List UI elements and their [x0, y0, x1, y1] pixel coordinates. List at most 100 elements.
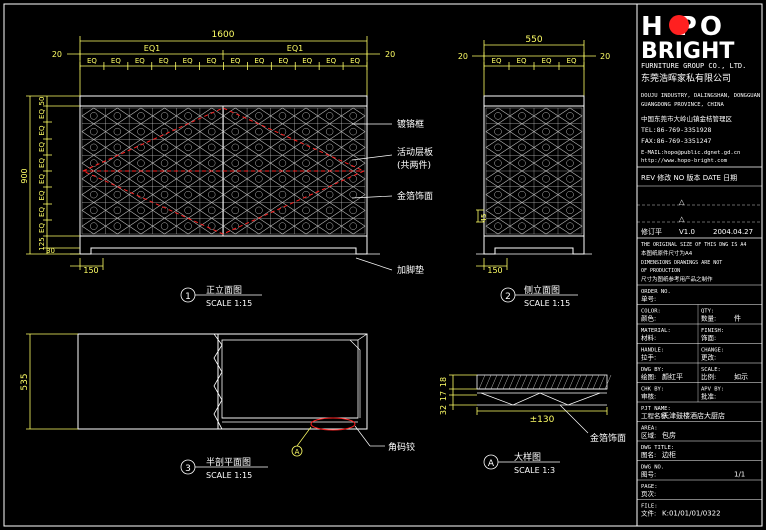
plan-view[interactable]: A 角码铰 535 3 半剖平面图 SCALE 1:15 — [20, 333, 415, 480]
detail-title-text: 大样图 — [514, 451, 541, 463]
brand-company-en: FURNITURE GROUP CO., LTD. — [641, 62, 746, 70]
front-lattice-circle — [325, 175, 334, 183]
front-lattice-diamond — [340, 217, 366, 235]
side-lattice-circle — [494, 206, 502, 215]
side-lattice-circle — [542, 127, 550, 136]
detail-view[interactable]: 18 17 32 ±130 金箔饰面 A 大样图 SCALE 1:3 — [439, 374, 626, 475]
front-lattice-circle — [90, 206, 98, 215]
side-lattice-diamond — [557, 154, 583, 172]
front-lattice-diamond — [175, 123, 201, 140]
front-lattice-circle — [207, 159, 216, 167]
detail-hatch-line — [502, 374, 510, 390]
tb-row-value2: 1/1 — [734, 471, 745, 479]
front-lattice-diamond — [340, 170, 366, 188]
side-lattice-diamond — [533, 217, 559, 235]
detail-title-scale: SCALE 1:3 — [514, 466, 555, 475]
front-dim-top: 50 — [38, 97, 46, 106]
note-2: 本图纸原件尺寸为A4 — [641, 249, 693, 257]
front-view[interactable]: 1600 20 20 EQ1 EQ1 EQ EQ EQ EQ EQ EQ EQ EQ EQ EQ E… — [20, 30, 433, 308]
front-lattice-diamond — [152, 186, 177, 203]
front-lattice-circle — [255, 159, 263, 167]
front-lattice-diamond — [175, 139, 201, 156]
front-lattice-diamond — [270, 217, 295, 235]
side-lattice-diamond — [509, 217, 535, 235]
front-lattice-diamond — [246, 107, 272, 125]
detail-hatch-line — [580, 374, 588, 390]
front-height-label: 900 — [20, 168, 29, 183]
tb-row-cn: 页次: — [641, 489, 656, 498]
detail-hatch-line — [568, 374, 576, 390]
front-lattice-circle — [325, 143, 334, 152]
front-lattice-diamond — [105, 217, 130, 235]
front-lattice-circle — [325, 159, 334, 167]
front-lattice-circle — [231, 175, 240, 183]
detail-vertical-dims — [449, 374, 477, 410]
plan-corner-detail — [349, 339, 361, 418]
side-eq-dimension-row: EQ EQ EQ EQ — [483, 57, 585, 70]
side-lattice-diamond — [485, 107, 511, 125]
detail-hatch-line — [598, 374, 606, 390]
plan-depth-dimension — [26, 333, 78, 430]
detail-hatch-line — [556, 374, 564, 390]
front-lattice-circle — [278, 112, 287, 120]
front-lattice-circle — [278, 222, 287, 230]
note-4: OF PRODUCTION — [641, 268, 680, 274]
v-eq-label: EQ — [38, 190, 46, 200]
front-top-panel[interactable] — [79, 95, 368, 107]
plan-inner-outline — [221, 339, 359, 419]
side-lattice-diamond — [509, 186, 535, 203]
front-lattice-diamond — [128, 139, 154, 156]
front-lattice-circle — [349, 222, 357, 230]
front-lattice-diamond — [105, 123, 130, 140]
front-vertical-dimensions — [26, 95, 80, 255]
side-lattice-diamond — [533, 170, 559, 188]
plan-title-scale: SCALE 1:15 — [206, 471, 252, 480]
front-lattice-circle — [278, 143, 287, 152]
side-lattice-circle — [566, 143, 574, 152]
front-left-margin: 20 — [52, 50, 62, 59]
side-lattice-circle — [518, 112, 526, 120]
front-lattice-diamond — [152, 217, 177, 235]
detail-callout-leader — [559, 404, 589, 434]
side-lattice-circle — [494, 143, 502, 152]
tb-row-value: K:01/01/01/0322 — [662, 510, 721, 518]
front-lattice-circle — [160, 190, 169, 199]
cad-drawing-canvas[interactable]: 1600 20 20 EQ1 EQ1 EQ EQ EQ EQ EQ EQ EQ EQ EQ EQ E… — [0, 0, 766, 530]
front-lattice-circle — [113, 190, 122, 199]
eq-label: EQ — [326, 57, 336, 65]
detail-hatch-line — [508, 374, 516, 390]
front-lattice-diamond — [222, 154, 248, 172]
front-lattice-diamond — [199, 107, 225, 125]
tb-row-cn: 绘图: — [641, 372, 656, 381]
eq-label: EQ — [159, 57, 169, 65]
side-lattice-diamond — [533, 107, 559, 125]
side-lattice-diamond — [485, 123, 511, 140]
side-lattice-circle — [542, 112, 550, 120]
detail-hatch-line — [538, 374, 546, 390]
side-lattice-circle — [566, 112, 574, 120]
front-lattice-diamond — [81, 217, 107, 235]
detail-hatch-line — [490, 374, 498, 390]
front-lattice-diamond — [246, 154, 272, 172]
side-lattice-diamond — [485, 186, 511, 203]
email: E-MAIL:hopo@public.dgnet.gd.cn — [641, 150, 740, 156]
front-lattice-circle — [255, 112, 263, 120]
front-lattice-circle — [207, 143, 216, 152]
detail-hatch-line — [592, 374, 600, 390]
brand-red-dot — [669, 15, 689, 35]
front-lattice-circle — [207, 190, 216, 199]
front-lattice-diamond — [81, 123, 107, 140]
front-lattice-diamond — [105, 154, 130, 172]
front-lattice-circle — [160, 222, 169, 230]
front-lattice-circle — [160, 175, 169, 183]
front-lattice-diamond — [199, 139, 225, 156]
side-lattice-diamond — [557, 107, 583, 125]
plan-depth-label: 535 — [20, 373, 30, 390]
front-lattice-circle — [255, 206, 263, 215]
brand-logo: H PO BRIGHT FURNITURE GROUP CO., LTD. 东莞… — [641, 12, 746, 84]
detail-hatch-line — [550, 374, 558, 390]
plan-detail-marker-ellipse[interactable] — [310, 417, 356, 431]
front-lattice-circle — [278, 159, 287, 167]
front-lattice-diamond — [199, 186, 225, 203]
side-view[interactable]: 550 20 20 EQ EQ EQ EQ 45 150 2 侧立面图 SCALE 1… — [458, 35, 610, 308]
